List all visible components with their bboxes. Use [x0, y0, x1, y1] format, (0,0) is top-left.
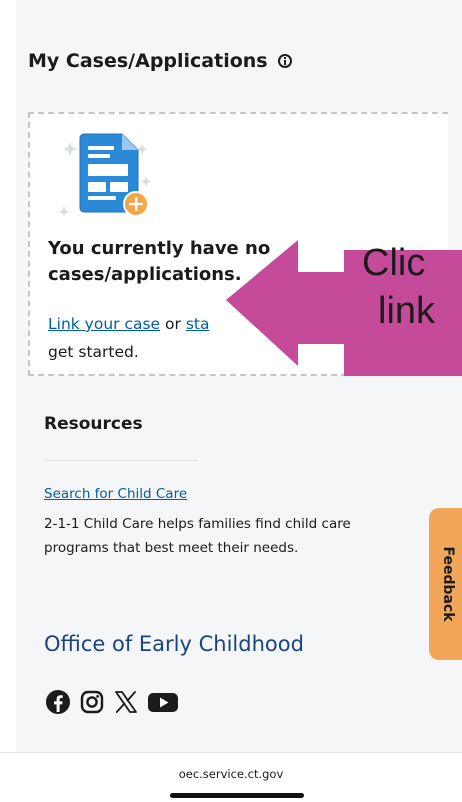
x-icon[interactable] [112, 688, 140, 716]
home-indicator[interactable] [170, 793, 304, 798]
document-plus-icon [58, 133, 152, 217]
get-started-text: get started. [48, 343, 139, 361]
or-text: or [160, 315, 186, 333]
callout-line-1: Clic [362, 242, 426, 284]
facebook-icon[interactable] [44, 688, 72, 716]
search-child-care-link[interactable]: Search for Child Care [44, 486, 187, 502]
instagram-icon[interactable] [78, 688, 106, 716]
browser-address-bar: oec.service.ct.gov [0, 752, 462, 802]
resources-divider [44, 460, 198, 461]
child-care-description: 2-1-1 Child Care helps families find chi… [44, 516, 351, 556]
start-application-link[interactable]: sta [186, 315, 210, 333]
cases-title: My Cases/Applications [28, 50, 268, 72]
info-icon[interactable] [277, 54, 292, 68]
youtube-icon[interactable] [146, 688, 180, 716]
browser-url[interactable]: oec.service.ct.gov [0, 767, 462, 781]
resources-heading: Resources [44, 414, 143, 434]
link-your-case-link[interactable]: Link your case [48, 315, 160, 333]
agency-name: Office of Early Childhood [44, 632, 304, 656]
cases-section-header: My Cases/Applications [28, 50, 292, 72]
callout-line-2: link [378, 290, 436, 332]
feedback-label: Feedback [440, 546, 456, 622]
callout-text: Clic link [340, 240, 462, 370]
social-links [44, 688, 180, 716]
